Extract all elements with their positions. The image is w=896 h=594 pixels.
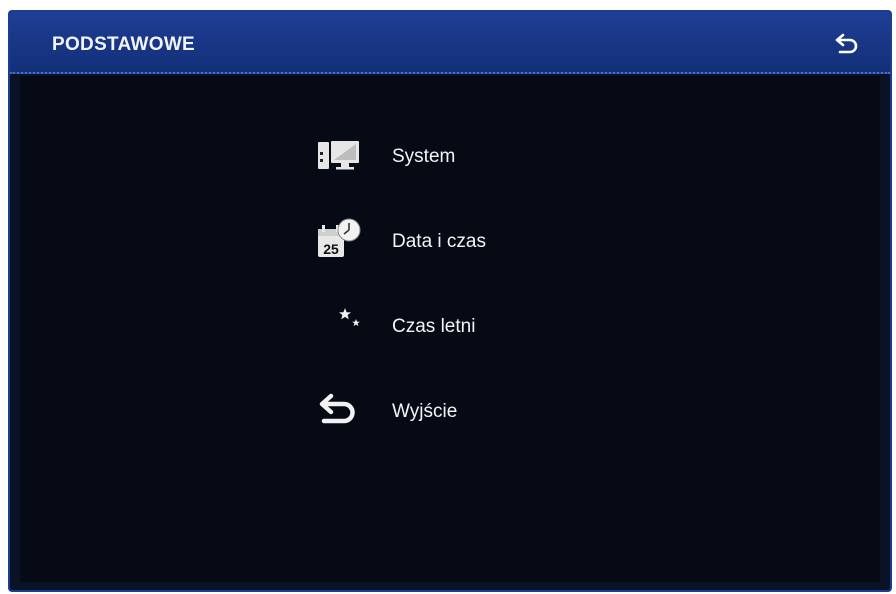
- basic-settings-window: PODSTAWOWE System 25 Data i czas Czas le…: [8, 10, 892, 592]
- undo-arrow-icon: [306, 385, 366, 437]
- menu-panel: System 25 Data i czas Czas letni Wyjście: [20, 76, 880, 582]
- back-button[interactable]: [834, 32, 860, 56]
- calendar-day-number: 25: [323, 241, 339, 257]
- moon-stars-icon: [306, 300, 366, 352]
- menu-item-label: System: [392, 146, 456, 167]
- menu-item-daylight-saving[interactable]: Czas letni: [306, 300, 566, 352]
- menu-item-date-time[interactable]: 25 Data i czas: [306, 215, 566, 267]
- menu-item-label: Data i czas: [392, 231, 486, 252]
- menu-item-label: Wyjście: [392, 401, 458, 422]
- title-bar: PODSTAWOWE: [10, 12, 890, 74]
- menu-item-system[interactable]: System: [306, 130, 566, 182]
- undo-arrow-icon: [835, 33, 858, 54]
- menu-item-exit[interactable]: Wyjście: [306, 385, 566, 437]
- computer-monitor-icon: [306, 130, 366, 182]
- menu-item-label: Czas letni: [392, 316, 476, 337]
- calendar-clock-icon: 25: [306, 215, 366, 267]
- page-title: PODSTAWOWE: [52, 34, 196, 55]
